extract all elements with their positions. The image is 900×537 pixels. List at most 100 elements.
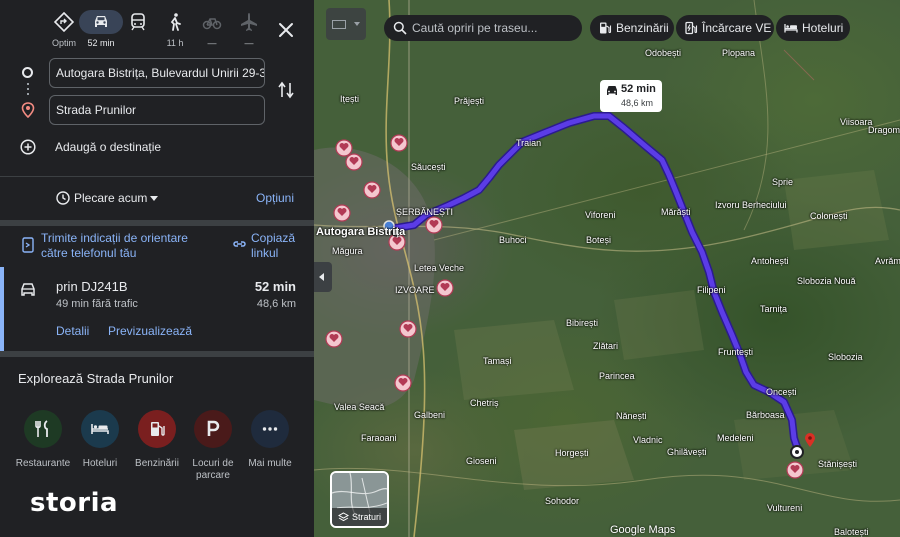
add-destination-button[interactable]: Adaugă o destinație: [20, 138, 270, 158]
place-label: Medeleni: [717, 433, 754, 443]
fork-knife-icon: [35, 420, 48, 437]
place-label: Galbeni: [414, 410, 446, 420]
chip-gas-stations[interactable]: Benzinării: [590, 15, 674, 41]
place-label: Boteși: [586, 235, 612, 245]
route-distance: 48,6 km: [256, 298, 296, 310]
place-label: Tarnița: [760, 304, 788, 314]
preview-link[interactable]: Previzualizează: [108, 324, 192, 338]
place-label: Izvoru Berheciului: [715, 200, 787, 210]
place-label: Săucești: [411, 162, 446, 172]
callout-distance: 48,6 km: [621, 98, 654, 108]
clock-icon: [56, 191, 70, 205]
search-icon: [393, 21, 407, 35]
send-to-phone-link[interactable]: Trimite indicații de orientare către tel…: [22, 231, 222, 261]
origin-dot-icon: [22, 67, 33, 78]
selected-route-accent: [0, 267, 4, 351]
layers-label-bar: Straturi: [332, 508, 387, 526]
route-option[interactable]: prin DJ241B 52 min 49 min fără trafic 48…: [0, 267, 314, 351]
place-label: Bărboasa: [746, 410, 785, 420]
chip-hotels[interactable]: Hoteluri: [776, 15, 850, 41]
collapse-panel-button[interactable]: [314, 262, 332, 292]
place-label: Slobozia Nouă: [797, 276, 856, 286]
ev-charging-icon: [685, 21, 698, 35]
mode-flight[interactable]: —: [227, 8, 271, 50]
phone-send-icon: [22, 237, 34, 253]
more-dots-icon: [262, 427, 278, 431]
walking-icon: [170, 13, 181, 31]
car-icon: [95, 16, 107, 27]
close-icon[interactable]: [276, 20, 296, 40]
place-label: Parincea: [599, 371, 635, 381]
parking-icon: [207, 420, 220, 436]
place-label: Zlătari: [593, 341, 619, 351]
map-view-toggle[interactable]: [326, 8, 366, 40]
layers-icon: [338, 512, 349, 522]
place-label: Filipeni: [697, 285, 726, 295]
mode-flight-label: —: [244, 38, 254, 48]
route-time-callout[interactable]: 52 min 48,6 km: [600, 80, 662, 112]
place-label: Antohești: [751, 256, 789, 266]
place-label: Buhoci: [499, 235, 527, 245]
origin-input[interactable]: Autogara Bistrița, Bulevardul Unirii 29-…: [49, 58, 265, 88]
place-label: Stănișești: [818, 459, 858, 469]
brand-logo: storia: [30, 488, 119, 518]
chip-label: Benzinării: [616, 21, 669, 35]
route-via: prin DJ241B: [56, 279, 128, 294]
category-more[interactable]: Mai multe: [235, 410, 305, 490]
diamond-turn-icon: [54, 12, 74, 32]
departure-label: Plecare acum: [74, 191, 148, 205]
chevron-down-icon: [354, 22, 360, 26]
layers-button[interactable]: Straturi: [330, 471, 389, 528]
place-label: IZVOARE: [395, 285, 435, 295]
gas-pump-icon: [600, 22, 612, 34]
map-view-icon: [332, 20, 346, 29]
chip-label: Încărcare VE: [702, 21, 772, 35]
destination-pin-icon: [21, 102, 35, 118]
bed-icon: [784, 24, 798, 33]
place-label: Oncești: [766, 387, 797, 397]
search-along-route[interactable]: [384, 15, 582, 41]
category-circle: [81, 410, 119, 448]
options-link[interactable]: Opțiuni: [256, 191, 294, 205]
place-label: Bibirești: [566, 318, 599, 328]
category-circle: [24, 410, 62, 448]
place-label: Prăjești: [454, 96, 485, 106]
explore-title: Explorează Strada Prunilor: [18, 371, 174, 386]
section-band: [0, 351, 314, 357]
place-label: Ițești: [340, 94, 360, 104]
place-label: Horgești: [555, 448, 589, 458]
train-icon: [131, 13, 145, 31]
category-label: Mai multe: [248, 458, 292, 469]
place-label-origin: Autogara Bistrița: [316, 226, 406, 238]
place-label: Chetriș: [470, 398, 499, 408]
layers-label: Straturi: [352, 512, 382, 522]
place-label: Nănești: [616, 411, 647, 421]
route-duration: 52 min: [254, 279, 296, 294]
category-circle: [194, 410, 232, 448]
place-label: ȘERBĂNEȘTI: [396, 207, 454, 217]
place-label: Frunteşti: [718, 347, 754, 357]
swap-icon[interactable]: [277, 80, 295, 100]
place-label: Măgura: [332, 246, 363, 256]
search-input[interactable]: [412, 18, 576, 38]
map-attribution: Google Maps: [610, 524, 676, 536]
place-label: Gioseni: [466, 456, 497, 466]
chip-label: Hoteluri: [802, 21, 844, 35]
place-label: Avrăm: [875, 256, 900, 266]
place-label: Letea Veche: [414, 263, 465, 273]
place-label: Plopana: [722, 48, 756, 58]
link-icon: [233, 241, 246, 247]
details-link[interactable]: Detalii: [56, 324, 89, 338]
place-label: Odobești: [645, 48, 682, 58]
copy-link-button[interactable]: Copiază linkul: [232, 231, 312, 261]
chip-ev-charging[interactable]: Încărcare VE: [676, 15, 774, 41]
directions-panel: Optim 52 min 11 h — — Autogara Bistrița,…: [0, 0, 314, 537]
place-label: Ghilăvești: [667, 447, 707, 457]
add-destination-label: Adaugă o destinație: [55, 140, 162, 154]
travel-mode-bar: Optim 52 min 11 h — —: [0, 8, 314, 50]
plus-circle-icon: [20, 139, 36, 155]
destination-input[interactable]: Strada Prunilor: [49, 95, 265, 125]
place-label: Vultureni: [767, 503, 803, 513]
gas-pump-icon: [151, 422, 165, 436]
place-label: Traian: [516, 138, 542, 148]
